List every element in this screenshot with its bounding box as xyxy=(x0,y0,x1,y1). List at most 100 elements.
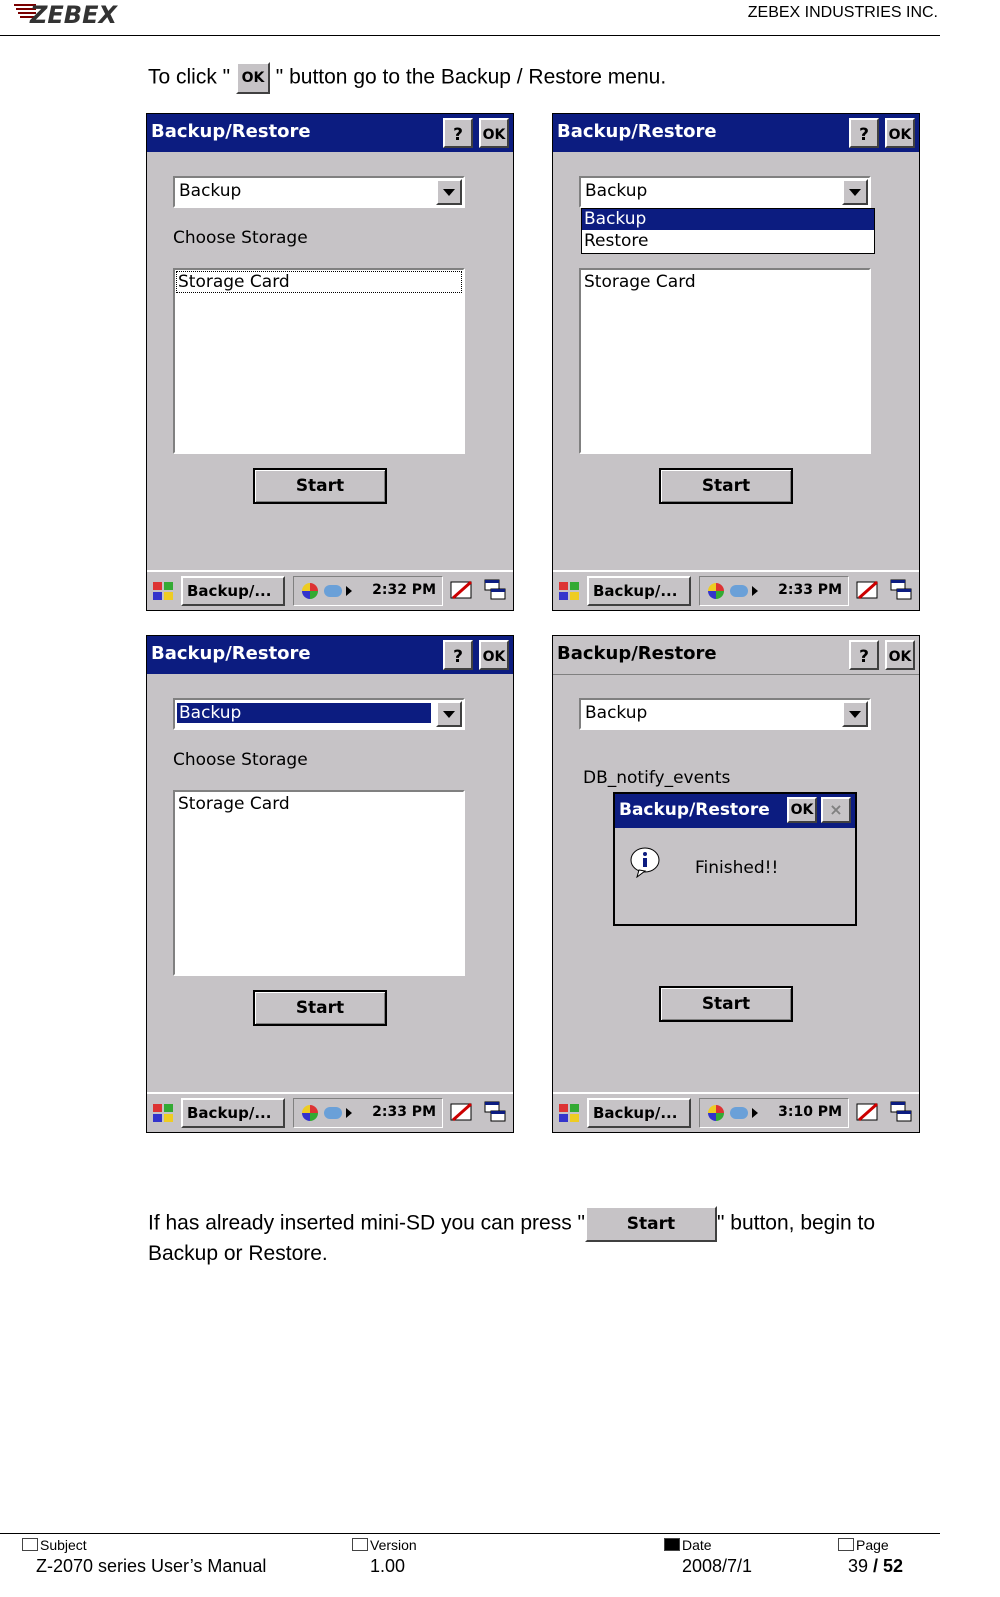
start-button[interactable]: Start xyxy=(659,986,793,1022)
mode-select[interactable]: Backup xyxy=(579,698,871,730)
mode-value: Backup xyxy=(179,181,242,201)
status-text: DB_notify_events xyxy=(583,768,731,788)
windows-flag-icon[interactable] xyxy=(557,580,581,602)
screen-finished: Backup/Restore ? OK Backup DB_notify_eve… xyxy=(552,635,920,1133)
connection-icon[interactable] xyxy=(730,585,748,597)
taskbar-app-button[interactable]: Backup/... xyxy=(181,576,285,606)
connection-icon[interactable] xyxy=(730,1107,748,1119)
system-tray: 2:33 PM xyxy=(699,576,849,606)
taskbar-app-button[interactable]: Backup/... xyxy=(587,1098,691,1128)
footer-date: 2008/7/1 xyxy=(682,1556,753,1576)
titlebar: Backup/Restore ? OK xyxy=(147,636,513,674)
input-pen-icon[interactable] xyxy=(855,1100,881,1126)
window-switch-icon[interactable] xyxy=(483,578,507,602)
network-icon[interactable] xyxy=(708,1105,724,1121)
document-icon xyxy=(352,1538,368,1551)
input-pen-icon[interactable] xyxy=(449,1100,475,1126)
connection-icon[interactable] xyxy=(324,585,342,597)
help-button[interactable]: ? xyxy=(849,640,879,670)
window-title: Backup/Restore xyxy=(557,121,717,142)
tray-arrow-icon[interactable] xyxy=(752,586,758,596)
windows-flag-icon[interactable] xyxy=(151,580,175,602)
window-switch-icon[interactable] xyxy=(889,578,913,602)
company-name: ZEBEX INDUSTRIES INC. xyxy=(747,4,938,21)
option-backup[interactable]: Backup xyxy=(582,209,874,230)
storage-list[interactable]: Storage Card xyxy=(579,268,871,454)
storage-list[interactable]: Storage Card xyxy=(173,790,465,976)
chevron-down-icon[interactable] xyxy=(436,179,462,205)
help-button[interactable]: ? xyxy=(849,118,879,148)
dialog-title: Backup/Restore xyxy=(619,800,770,820)
ok-button[interactable]: OK xyxy=(479,640,509,670)
taskbar-app-button[interactable]: Backup/... xyxy=(587,576,691,606)
tray-arrow-icon[interactable] xyxy=(752,1108,758,1118)
taskbar: Backup/... 2:32 PM xyxy=(147,570,513,610)
window-switch-icon[interactable] xyxy=(889,1100,913,1124)
connection-icon[interactable] xyxy=(324,1107,342,1119)
system-tray: 3:10 PM xyxy=(699,1098,849,1128)
window-title: Backup/Restore xyxy=(151,121,311,142)
tray-arrow-icon[interactable] xyxy=(346,586,352,596)
option-restore[interactable]: Restore xyxy=(582,231,874,252)
list-item[interactable]: Storage Card xyxy=(176,271,462,293)
windows-flag-icon[interactable] xyxy=(557,1102,581,1124)
list-item[interactable]: Storage Card xyxy=(583,272,867,292)
help-button[interactable]: ? xyxy=(443,640,473,670)
footer-page: 39 / 52 xyxy=(848,1556,904,1576)
window-switch-icon[interactable] xyxy=(483,1100,507,1124)
finished-dialog: Backup/Restore OK × Finished!! xyxy=(613,792,857,926)
start-button[interactable]: Start xyxy=(253,990,387,1026)
mode-select[interactable]: Backup xyxy=(579,176,871,208)
input-pen-icon[interactable] xyxy=(855,578,881,604)
mode-value: Backup xyxy=(585,181,648,201)
system-tray: 2:32 PM xyxy=(293,576,443,606)
titlebar: Backup/Restore ? OK xyxy=(553,636,919,675)
choose-storage-label: Choose Storage xyxy=(173,750,308,770)
ok-button[interactable]: OK xyxy=(885,640,915,670)
footer-version: 1.00 xyxy=(370,1556,406,1576)
taskbar: Backup/... 2:33 PM xyxy=(147,1092,513,1132)
clock: 2:33 PM xyxy=(778,582,842,598)
start-button[interactable]: Start xyxy=(253,468,387,504)
network-icon[interactable] xyxy=(302,583,318,599)
mode-select[interactable]: Backup xyxy=(173,698,465,730)
input-pen-icon[interactable] xyxy=(449,578,475,604)
tray-arrow-icon[interactable] xyxy=(346,1108,352,1118)
ok-button-inline: OK xyxy=(235,62,270,94)
start-button-inline: Start xyxy=(584,1206,717,1242)
ok-button[interactable]: OK xyxy=(885,118,915,148)
logo-text: ZEBEX xyxy=(29,1,118,28)
window-title: Backup/Restore xyxy=(557,643,717,664)
network-icon[interactable] xyxy=(708,583,724,599)
clock: 3:10 PM xyxy=(778,1104,842,1120)
chevron-down-icon[interactable] xyxy=(842,179,868,205)
chevron-down-icon[interactable] xyxy=(842,701,868,727)
dialog-message: Finished!! xyxy=(695,858,779,878)
system-tray: 2:33 PM xyxy=(293,1098,443,1128)
screen-backup-selected: Backup/Restore ? OK Backup Choose Storag… xyxy=(146,635,514,1133)
footer-subject-label: Subject xyxy=(22,1537,87,1553)
calendar-icon xyxy=(664,1538,680,1551)
dialog-ok-button[interactable]: OK xyxy=(787,797,817,823)
intro-text-end: " button go to the Backup / Restore menu… xyxy=(269,65,667,89)
screen-backup-default: Backup/Restore ? OK Backup Choose Storag… xyxy=(146,113,514,611)
taskbar: Backup/... 3:10 PM xyxy=(553,1092,919,1132)
taskbar-app-button[interactable]: Backup/... xyxy=(181,1098,285,1128)
help-button[interactable]: ? xyxy=(443,118,473,148)
start-button[interactable]: Start xyxy=(659,468,793,504)
header-divider xyxy=(0,35,940,36)
outro-paragraph: If has already inserted mini-SD you can … xyxy=(148,1206,875,1242)
zebex-logo: ZEBEX xyxy=(14,1,118,28)
windows-flag-icon[interactable] xyxy=(151,1102,175,1124)
intro-paragraph: To click " OK " button go to the Backup … xyxy=(148,62,666,94)
titlebar: Backup/Restore ? OK xyxy=(147,114,513,152)
mode-select[interactable]: Backup xyxy=(173,176,465,208)
dialog-close-button[interactable]: × xyxy=(821,797,851,823)
list-item[interactable]: Storage Card xyxy=(177,794,461,814)
storage-list[interactable]: Storage Card xyxy=(173,268,465,454)
clock: 2:33 PM xyxy=(372,1104,436,1120)
footer-date-label: Date xyxy=(664,1537,712,1553)
chevron-down-icon[interactable] xyxy=(436,701,462,727)
network-icon[interactable] xyxy=(302,1105,318,1121)
ok-button[interactable]: OK xyxy=(479,118,509,148)
